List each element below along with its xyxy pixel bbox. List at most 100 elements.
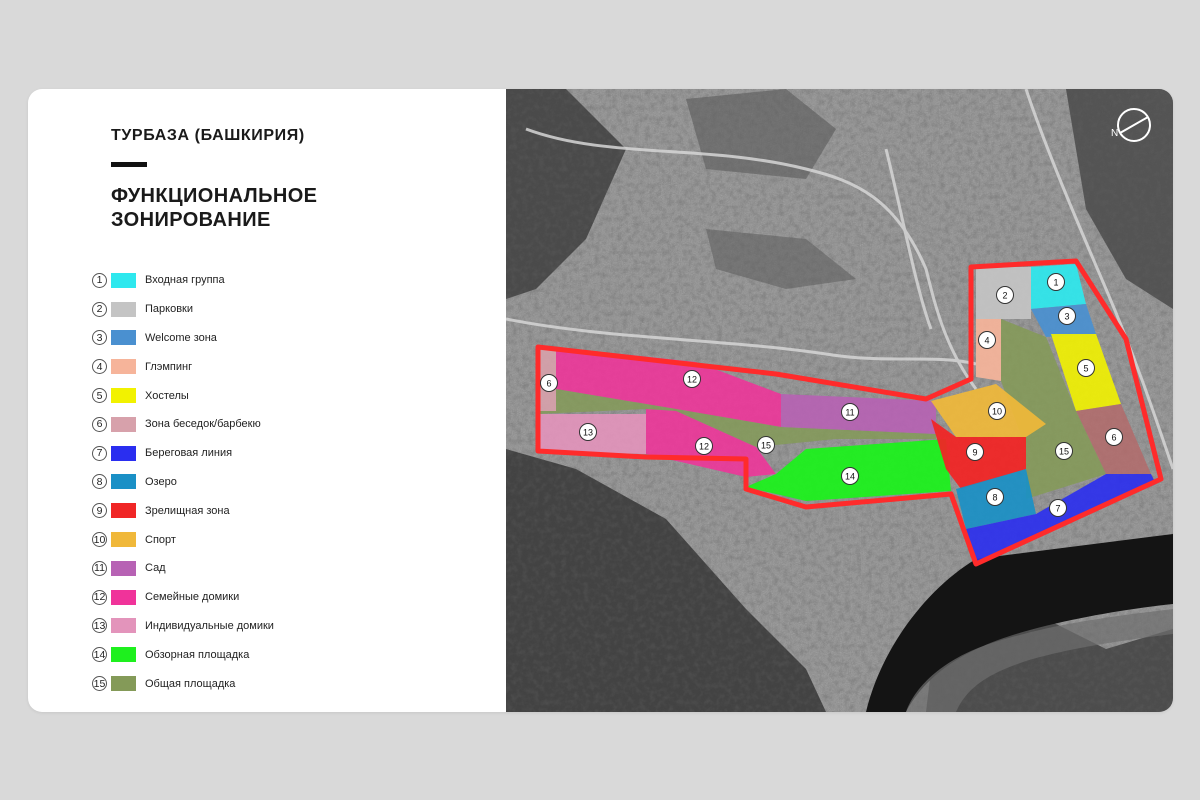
legend-color-swatch (111, 618, 136, 634)
svg-text:5: 5 (1083, 364, 1088, 374)
svg-text:13: 13 (583, 428, 593, 438)
zone-4 (976, 319, 1001, 381)
zone-marker-15-west: 15 (757, 436, 775, 454)
legend-label: Welcome зона (145, 331, 217, 344)
legend-item: 8 Озеро (92, 468, 422, 497)
legend-item: 14 Обзорная площадка (92, 640, 422, 669)
legend-color-swatch (111, 359, 136, 375)
legend-number-badge: 1 (92, 272, 107, 288)
legend-item: 4 Глэмпинг (92, 352, 422, 381)
svg-text:9: 9 (972, 448, 977, 458)
legend-label: Хостелы (145, 389, 189, 402)
svg-text:1: 1 (1053, 278, 1058, 288)
svg-text:10: 10 (992, 407, 1002, 417)
legend-color-swatch (111, 676, 136, 692)
zone-marker-7: 7 (1049, 499, 1067, 517)
zone-marker-4: 4 (978, 331, 996, 349)
legend-number-badge: 14 (92, 647, 107, 663)
legend-color-swatch (111, 272, 136, 288)
svg-text:14: 14 (845, 472, 855, 482)
legend-number-badge: 11 (92, 560, 107, 576)
legend-number-badge: 3 (92, 330, 107, 346)
legend-label: Семейные домики (145, 591, 240, 604)
legend-color-swatch (111, 301, 136, 317)
legend-item: 1 Входная группа (92, 266, 422, 295)
zoning-map-svg: 1 2 3 4 5 6 6 7 8 9 10 11 12 12 13 14 15… (506, 89, 1173, 712)
title-divider (111, 162, 147, 167)
legend-color-swatch (111, 647, 136, 663)
legend-number-badge: 5 (92, 388, 107, 404)
legend-item: 2 Парковки (92, 295, 422, 324)
svg-text:11: 11 (845, 408, 854, 418)
legend-label: Парковки (145, 303, 193, 316)
project-subtitle: ТУРБАЗА (БАШКИРИЯ) (111, 127, 305, 144)
legend-panel: ТУРБАЗА (БАШКИРИЯ) ФУНКЦИОНАЛЬНОЕ ЗОНИРО… (28, 89, 506, 712)
legend-item: 5 Хостелы (92, 381, 422, 410)
legend-item: 6 Зона беседок/барбекю (92, 410, 422, 439)
legend-label: Зрелищная зона (145, 504, 230, 517)
zone-marker-6-west: 6 (540, 374, 558, 392)
zone-legend: 1 Входная группа 2 Парковки 3 Welcome зона 4 Гл… (92, 266, 422, 698)
legend-label: Общая площадка (145, 677, 236, 690)
legend-label: Входная группа (145, 274, 225, 287)
legend-item: 11 Сад (92, 554, 422, 583)
zone-marker-12-north: 12 (683, 370, 701, 388)
legend-label: Обзорная площадка (145, 648, 250, 661)
zone-marker-2: 2 (996, 286, 1014, 304)
legend-color-swatch (111, 445, 136, 461)
zone-marker-1: 1 (1047, 273, 1065, 291)
svg-text:3: 3 (1064, 312, 1069, 322)
legend-number-badge: 4 (92, 359, 107, 375)
zone-marker-13: 13 (579, 423, 597, 441)
legend-number-badge: 12 (92, 589, 107, 605)
legend-number-badge: 15 (92, 676, 107, 692)
svg-text:8: 8 (992, 493, 997, 503)
legend-item: 12 Семейные домики (92, 583, 422, 612)
zone-marker-12-south: 12 (695, 437, 713, 455)
slide-card: ТУРБАЗА (БАШКИРИЯ) ФУНКЦИОНАЛЬНОЕ ЗОНИРО… (28, 89, 1173, 712)
legend-color-swatch (111, 330, 136, 346)
legend-color-swatch (111, 388, 136, 404)
legend-number-badge: 10 (92, 532, 107, 548)
zone-marker-9: 9 (966, 443, 984, 461)
zone-marker-5: 5 (1077, 359, 1095, 377)
zone-marker-15-east: 15 (1055, 442, 1073, 460)
svg-text:12: 12 (699, 442, 709, 452)
svg-text:15: 15 (761, 441, 771, 451)
svg-text:6: 6 (546, 379, 551, 389)
legend-number-badge: 13 (92, 618, 107, 634)
legend-number-badge: 8 (92, 474, 107, 490)
legend-number-badge: 9 (92, 503, 107, 519)
legend-color-swatch (111, 474, 136, 490)
zone-marker-8: 8 (986, 488, 1004, 506)
legend-color-swatch (111, 503, 136, 519)
legend-color-swatch (111, 589, 136, 605)
legend-label: Спорт (145, 533, 176, 546)
legend-item: 3 Welcome зона (92, 324, 422, 353)
zone-marker-11: 11 (841, 403, 859, 421)
legend-label: Зона беседок/барбекю (145, 418, 261, 431)
legend-number-badge: 7 (92, 445, 107, 461)
legend-label: Береговая линия (145, 447, 233, 460)
compass-north-label: N (1111, 128, 1118, 139)
page-title-line2: ЗОНИРОВАНИЕ (111, 209, 271, 231)
legend-item: 9 Зрелищная зона (92, 496, 422, 525)
legend-label: Озеро (145, 475, 177, 488)
legend-label: Индивидуальные домики (145, 619, 274, 632)
legend-number-badge: 6 (92, 416, 107, 432)
svg-text:2: 2 (1002, 291, 1007, 301)
legend-color-swatch (111, 560, 136, 576)
legend-number-badge: 2 (92, 301, 107, 317)
legend-item: 15 Общая площадка (92, 669, 422, 698)
zone-marker-10: 10 (988, 402, 1006, 420)
svg-text:4: 4 (984, 336, 989, 346)
legend-color-swatch (111, 532, 136, 548)
legend-item: 10 Спорт (92, 525, 422, 554)
legend-item: 13 Индивидуальные домики (92, 612, 422, 641)
legend-color-swatch (111, 416, 136, 432)
zone-marker-6-east: 6 (1105, 428, 1123, 446)
aerial-map: 1 2 3 4 5 6 6 7 8 9 10 11 12 12 13 14 15… (506, 89, 1173, 712)
zone-marker-14: 14 (841, 467, 859, 485)
svg-text:6: 6 (1111, 433, 1116, 443)
zone-marker-3: 3 (1058, 307, 1076, 325)
